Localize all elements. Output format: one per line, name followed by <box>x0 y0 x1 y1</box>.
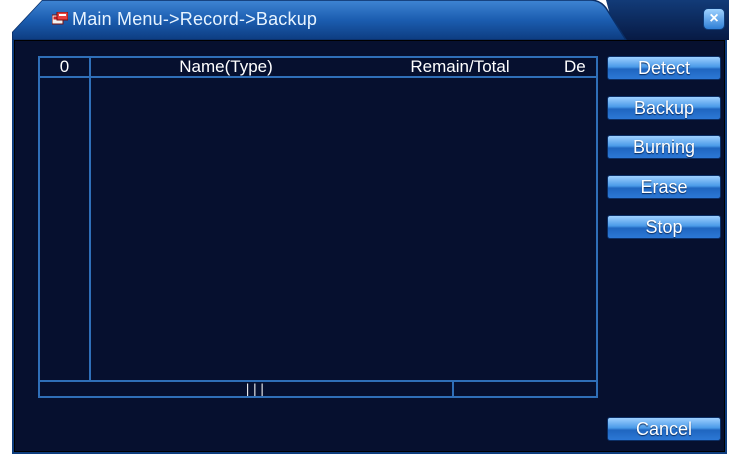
scrollbar-grip-icon: ||| <box>244 382 266 396</box>
title-bar: Main Menu->Record->Backup × <box>0 0 729 40</box>
backup-panel: 0 Name(Type) Remain/Total De ||| Detect … <box>12 40 727 454</box>
backup-window: Main Menu->Record->Backup × 0 Name(Type)… <box>0 0 729 456</box>
column-header-remain-total: Remain/Total <box>410 58 510 76</box>
close-icon[interactable]: × <box>703 8 725 30</box>
backup-button[interactable]: Backup <box>607 96 721 120</box>
window-title: Main Menu->Record->Backup <box>72 9 318 29</box>
horizontal-scrollbar[interactable]: ||| <box>38 380 598 398</box>
erase-button[interactable]: Erase <box>607 175 721 199</box>
scrollbar-thumb[interactable]: ||| <box>40 382 454 396</box>
column-header-name-type: Name(Type) <box>179 58 273 76</box>
device-table[interactable]: 0 Name(Type) Remain/Total De <box>38 56 598 382</box>
table-header: 0 Name(Type) Remain/Total De <box>40 58 596 78</box>
column-divider <box>89 58 91 380</box>
stop-button[interactable]: Stop <box>607 215 721 239</box>
column-header-index: 0 <box>59 58 70 76</box>
backup-app-icon <box>52 12 68 26</box>
cancel-button[interactable]: Cancel <box>607 417 721 441</box>
detect-button[interactable]: Detect <box>607 56 721 80</box>
burning-button[interactable]: Burning <box>607 135 721 159</box>
column-header-device: De <box>564 58 586 76</box>
